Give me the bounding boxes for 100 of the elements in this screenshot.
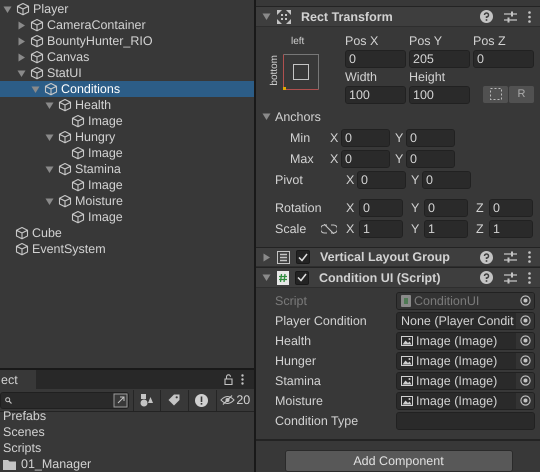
expanded-arrow-icon[interactable] <box>45 132 54 142</box>
number-field[interactable]: 1 <box>424 220 468 238</box>
object-field[interactable]: None (Player Condit <box>396 312 535 330</box>
number-field[interactable]: 0 <box>473 50 534 68</box>
hierarchy-item[interactable]: CameraContainer <box>0 17 254 33</box>
number-field[interactable]: 0 <box>357 170 406 189</box>
search-field[interactable] <box>0 392 129 408</box>
script-file-icon <box>401 294 411 307</box>
axis-label: Y <box>395 152 404 166</box>
object-field[interactable]: Image (Image) <box>396 352 535 370</box>
warning-icon[interactable] <box>195 394 208 406</box>
object-field[interactable]: Image (Image) <box>396 332 535 350</box>
expanded-arrow-icon[interactable] <box>3 4 12 14</box>
more-menu-icon[interactable] <box>528 10 531 23</box>
object-field[interactable]: Image (Image) <box>396 392 535 410</box>
object-picker-icon[interactable] <box>520 355 530 366</box>
number-field[interactable]: 100 <box>409 86 470 104</box>
collapsed-arrow-icon[interactable] <box>262 252 271 262</box>
hierarchy-item[interactable]: BountyHunter_RIO <box>0 33 254 49</box>
blueprint-mode-button[interactable] <box>483 86 508 103</box>
cube-icon <box>71 114 85 128</box>
unlinked-scale-icon[interactable] <box>321 224 337 234</box>
number-field[interactable]: 0 <box>424 198 468 217</box>
object-picker-icon[interactable] <box>520 315 530 326</box>
help-icon[interactable] <box>480 250 493 264</box>
anchor-preset-button[interactable]: left bottom <box>270 32 345 99</box>
hierarchy-item[interactable]: Image <box>0 113 254 129</box>
object-picker-icon[interactable] <box>520 395 530 406</box>
tag-icon[interactable] <box>168 394 180 406</box>
more-menu-icon[interactable] <box>528 251 531 264</box>
lock-icon[interactable] <box>224 374 233 385</box>
presets-icon[interactable] <box>504 272 517 284</box>
axis-label: Y <box>411 200 420 215</box>
hierarchy-item[interactable]: Image <box>0 177 254 193</box>
hierarchy-item[interactable]: Player <box>0 1 254 17</box>
expand-search-icon[interactable] <box>112 392 128 408</box>
cube-icon <box>58 162 72 176</box>
expanded-arrow-icon[interactable] <box>262 12 271 22</box>
component-title: Condition UI (Script) <box>319 270 441 285</box>
expanded-arrow-icon[interactable] <box>45 164 54 174</box>
help-icon[interactable] <box>480 10 493 24</box>
enable-checkbox[interactable] <box>295 270 309 285</box>
project-folder[interactable]: 01_Manager <box>3 456 254 472</box>
hierarchy-item[interactable]: Conditions <box>0 81 254 97</box>
number-field[interactable]: 1 <box>489 220 533 238</box>
image-icon <box>401 356 413 366</box>
axis-label: Z <box>476 200 485 215</box>
hierarchy-item[interactable]: Moisture <box>0 193 254 209</box>
number-field[interactable]: 0 <box>359 198 403 217</box>
hierarchy-item[interactable]: Cube <box>0 225 254 241</box>
component-header[interactable]: Rect Transform <box>256 6 540 27</box>
object-field[interactable]: Image (Image) <box>396 372 535 390</box>
field-label: Pivot <box>274 172 304 187</box>
object-picker-icon[interactable] <box>520 295 530 306</box>
object-picker-icon[interactable] <box>520 375 530 386</box>
number-field[interactable]: 0 <box>406 128 455 147</box>
expanded-arrow-icon[interactable] <box>262 112 271 122</box>
presets-icon[interactable] <box>504 251 517 264</box>
number-field[interactable]: 0 <box>489 198 533 217</box>
number-field[interactable]: 0 <box>422 170 471 189</box>
hierarchy-item[interactable]: Health <box>0 97 254 113</box>
number-field[interactable]: 1 <box>359 220 403 238</box>
project-tab[interactable]: ect <box>0 370 36 389</box>
more-menu-icon[interactable] <box>528 272 531 284</box>
number-field[interactable]: 0 <box>345 50 406 68</box>
expanded-arrow-icon[interactable] <box>262 273 271 282</box>
number-field[interactable]: 0 <box>406 150 455 168</box>
object-picker-icon[interactable] <box>520 335 530 346</box>
project-folder[interactable]: Scenes <box>3 424 254 440</box>
hierarchy-item[interactable]: Hungry <box>0 129 254 145</box>
anchors-foldout[interactable]: Anchors <box>262 106 540 127</box>
axis-label: X <box>330 130 340 145</box>
project-folder[interactable]: Scripts <box>3 440 254 456</box>
hierarchy-item[interactable]: Stamina <box>0 161 254 177</box>
component-header[interactable]: Condition UI (Script) <box>256 267 540 288</box>
presets-icon[interactable] <box>504 10 517 23</box>
help-icon[interactable] <box>480 271 493 284</box>
number-field[interactable]: 0 <box>341 128 390 147</box>
project-folder[interactable]: Prefabs <box>3 408 254 424</box>
number-field[interactable]: 0 <box>341 150 390 168</box>
expanded-arrow-icon[interactable] <box>45 196 54 206</box>
hierarchy-item[interactable]: StatUI <box>0 65 254 81</box>
number-field[interactable]: 205 <box>409 50 470 68</box>
enable-checkbox[interactable] <box>296 250 310 264</box>
hierarchy-item[interactable]: Image <box>0 209 254 225</box>
field-label: Max <box>289 152 315 166</box>
add-component-button[interactable]: Add Component <box>284 450 512 472</box>
more-menu-icon[interactable] <box>241 374 244 385</box>
number-field[interactable]: 100 <box>345 86 406 104</box>
image-icon <box>401 336 413 346</box>
anchor-preset-icon <box>283 54 319 90</box>
hierarchy-item[interactable]: Canvas <box>0 49 254 65</box>
axis-label: Z <box>476 222 485 236</box>
hierarchy-item[interactable]: Image <box>0 145 254 161</box>
hierarchy-item[interactable]: EventSystem <box>0 241 254 257</box>
field-label: Height <box>409 68 446 85</box>
cube-icon <box>15 226 29 240</box>
component-header[interactable]: Vertical Layout Group <box>256 246 540 268</box>
shapes-filter-icon[interactable] <box>140 394 154 406</box>
image-icon <box>401 396 413 406</box>
